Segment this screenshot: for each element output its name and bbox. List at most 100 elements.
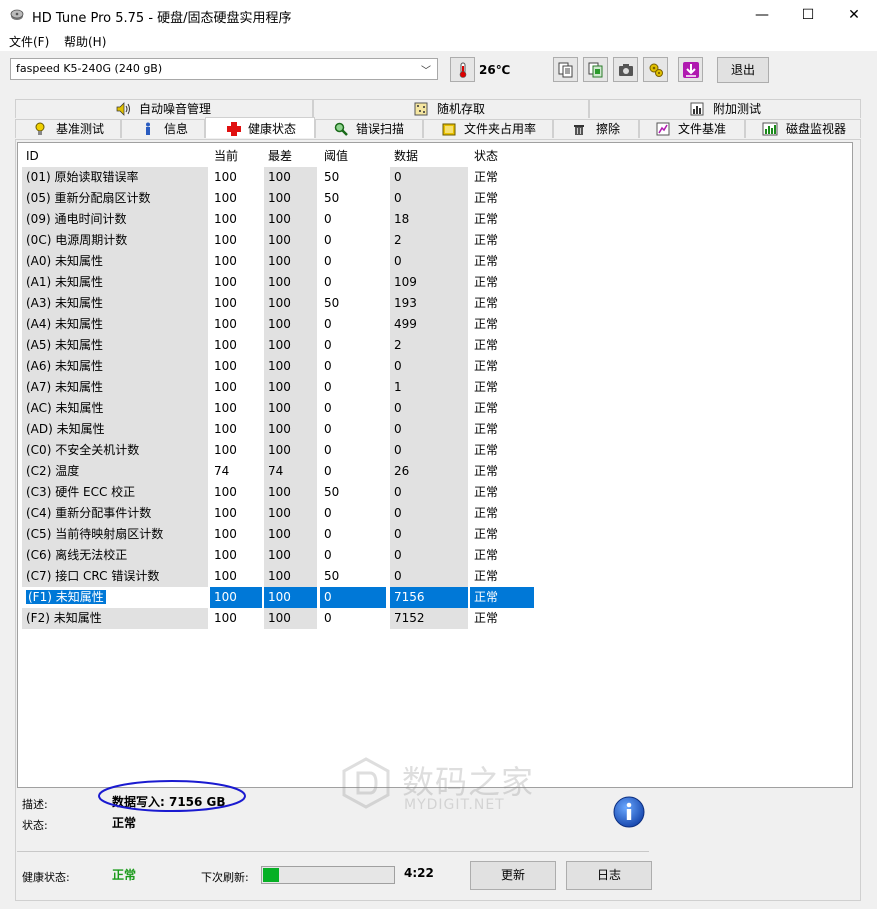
table-row[interactable]: (A0) 未知属性 100 100 0 0 正常 (18, 251, 554, 272)
table-row[interactable]: (A5) 未知属性 100 100 0 2 正常 (18, 335, 554, 356)
column-status[interactable]: 状态 (470, 146, 534, 167)
menu-help[interactable]: 帮助(H) (64, 33, 106, 50)
table-row[interactable]: (F2) 未知属性 100 100 0 7152 正常 (18, 608, 554, 629)
data-cell: 0 (390, 482, 468, 503)
maximize-button[interactable]: ☐ (785, 0, 831, 31)
status-cell: 正常 (474, 254, 499, 268)
health-label: 健康状态: (22, 871, 70, 884)
column-worst[interactable]: 最差 (264, 146, 317, 167)
tab-aam[interactable]: 自动噪音管理 (15, 99, 313, 118)
tab-folder-usage[interactable]: 文件夹占用率 (423, 119, 553, 138)
attr-id-cell: (C4) 重新分配事件计数 (22, 503, 208, 524)
app-icon (10, 9, 24, 20)
attr-id-cell: (C5) 当前待映射扇区计数 (22, 524, 208, 545)
tab-label: 随机存取 (437, 102, 486, 116)
table-row[interactable]: (A3) 未知属性 100 100 50 193 正常 (18, 293, 554, 314)
current-cell: 100 (214, 317, 237, 331)
current-cell: 100 (214, 548, 237, 562)
column-data[interactable]: 数据 (390, 146, 468, 167)
tab-error-scan[interactable]: 错误扫描 (315, 119, 423, 138)
info-circle-icon[interactable] (613, 796, 645, 828)
worst-cell: 100 (264, 335, 317, 356)
column-current[interactable]: 当前 (210, 146, 262, 167)
watermark-subtext: MYDIGIT.NET (404, 797, 505, 813)
tab-label: 错误扫描 (356, 122, 405, 136)
exit-button[interactable]: 退出 (717, 57, 769, 83)
tab-random-access[interactable]: 随机存取 (313, 99, 589, 118)
table-row[interactable]: (C4) 重新分配事件计数 100 100 0 0 正常 (18, 503, 554, 524)
table-row[interactable]: (05) 重新分配扇区计数 100 100 50 0 正常 (18, 188, 554, 209)
table-row[interactable]: (C0) 不安全关机计数 100 100 0 0 正常 (18, 440, 554, 461)
threshold-cell: 0 (324, 611, 332, 625)
current-cell: 100 (214, 422, 237, 436)
tab-disk-monitor[interactable]: 磁盘监视器 (745, 119, 861, 138)
save-button[interactable] (678, 57, 703, 82)
table-row[interactable]: (0C) 电源周期计数 100 100 0 2 正常 (18, 230, 554, 251)
window-title: HD Tune Pro 5.75 - 硬盘/固态硬盘实用程序 (32, 11, 292, 26)
current-cell: 100 (214, 233, 237, 247)
screenshot-button[interactable] (613, 57, 638, 82)
table-row[interactable]: (C6) 离线无法校正 100 100 0 0 正常 (18, 545, 554, 566)
drive-select[interactable]: faspeed K5-240G (240 gB) ﹀ (10, 58, 438, 80)
worst-cell: 100 (264, 188, 317, 209)
speaker-icon (116, 102, 130, 116)
table-row[interactable]: (AC) 未知属性 100 100 0 0 正常 (18, 398, 554, 419)
table-row[interactable]: (09) 通电时间计数 100 100 0 18 正常 (18, 209, 554, 230)
status-cell: 正常 (474, 212, 499, 226)
table-row[interactable]: (A7) 未知属性 100 100 0 1 正常 (18, 377, 554, 398)
worst-cell: 100 (264, 293, 317, 314)
threshold-cell: 0 (324, 506, 332, 520)
table-row[interactable]: (A1) 未知属性 100 100 0 109 正常 (18, 272, 554, 293)
data-cell: 0 (390, 503, 468, 524)
current-cell: 100 (210, 587, 262, 608)
status-cell: 正常 (474, 191, 499, 205)
copy-text-button[interactable] (553, 57, 578, 82)
threshold-cell: 0 (324, 359, 332, 373)
column-id[interactable]: ID (22, 146, 208, 167)
attr-id-cell: (05) 重新分配扇区计数 (22, 188, 208, 209)
copy-screen-icon (588, 62, 603, 78)
table-row[interactable]: (C2) 温度 74 74 0 26 正常 (18, 461, 554, 482)
refresh-button[interactable]: 更新 (470, 861, 556, 890)
close-button[interactable]: ✕ (831, 0, 877, 31)
worst-cell: 100 (264, 587, 317, 608)
threshold-cell: 0 (324, 422, 332, 436)
log-button[interactable]: 日志 (566, 861, 652, 890)
app-window: HD Tune Pro 5.75 - 硬盘/固态硬盘实用程序 — ☐ ✕ 文件(… (0, 0, 877, 909)
status-cell: 正常 (474, 401, 499, 415)
info-icon (146, 122, 150, 135)
tab-extra-tests[interactable]: 附加测试 (589, 99, 861, 118)
tab-label: 磁盘监视器 (786, 122, 847, 136)
threshold-cell: 50 (324, 569, 340, 583)
status-label: 状态: (22, 819, 48, 832)
menu-file[interactable]: 文件(F) (9, 33, 49, 50)
column-threshold[interactable]: 阈值 (320, 146, 386, 167)
progress-fill (263, 868, 279, 882)
table-row[interactable]: (01) 原始读取错误率 100 100 50 0 正常 (18, 167, 554, 188)
tab-label: 擦除 (596, 122, 621, 136)
table-row[interactable]: (F1) 未知属性 100 100 0 7156 正常 (18, 587, 554, 608)
data-cell: 0 (390, 398, 468, 419)
smart-attribute-table[interactable]: ID 当前 最差 阈值 数据 状态 (01) 原始读取错误率 100 100 50 0 正… (17, 142, 853, 788)
threshold-cell: 50 (324, 191, 340, 205)
tab-health[interactable]: 健康状态 (205, 117, 315, 138)
tab-erase[interactable]: 擦除 (553, 119, 639, 138)
tab-file-benchmark[interactable]: 文件基准 (639, 119, 745, 138)
attr-id-cell: (AD) 未知属性 (22, 419, 208, 440)
table-row[interactable]: (A6) 未知属性 100 100 0 0 正常 (18, 356, 554, 377)
minimize-button[interactable]: — (739, 0, 785, 31)
tab-benchmark[interactable]: 基准测试 (15, 119, 121, 138)
status-cell: 正常 (474, 527, 499, 541)
temperature-button[interactable] (450, 57, 475, 82)
table-row[interactable]: (C7) 接口 CRC 错误计数 100 100 50 0 正常 (18, 566, 554, 587)
data-cell: 7156 (390, 587, 468, 608)
tab-info[interactable]: 信息 (121, 119, 205, 138)
options-button[interactable] (643, 57, 668, 82)
worst-cell: 100 (264, 440, 317, 461)
table-row[interactable]: (C5) 当前待映射扇区计数 100 100 0 0 正常 (18, 524, 554, 545)
table-row[interactable]: (AD) 未知属性 100 100 0 0 正常 (18, 419, 554, 440)
current-cell: 100 (214, 212, 237, 226)
table-row[interactable]: (C3) 硬件 ECC 校正 100 100 50 0 正常 (18, 482, 554, 503)
copy-screen-button[interactable] (583, 57, 608, 82)
table-row[interactable]: (A4) 未知属性 100 100 0 499 正常 (18, 314, 554, 335)
